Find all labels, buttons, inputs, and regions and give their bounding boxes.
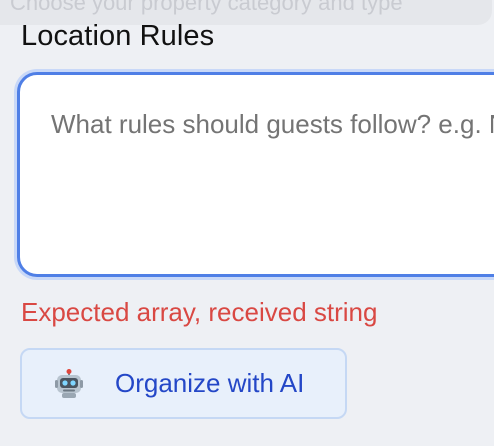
location-rules-textarea[interactable] bbox=[20, 75, 494, 274]
organize-with-ai-label: Organize with AI bbox=[115, 368, 305, 398]
location-rules-label: Location Rules bbox=[21, 20, 215, 52]
validation-error: Expected array, received string bbox=[21, 297, 378, 327]
tooltip-text: Choose your property category and type bbox=[10, 0, 403, 15]
organize-with-ai-button[interactable]: Organize with AI bbox=[20, 348, 347, 419]
robot-icon bbox=[54, 368, 84, 399]
page: Choose your property category and type L… bbox=[0, 0, 494, 446]
location-rules-field[interactable] bbox=[17, 72, 494, 277]
